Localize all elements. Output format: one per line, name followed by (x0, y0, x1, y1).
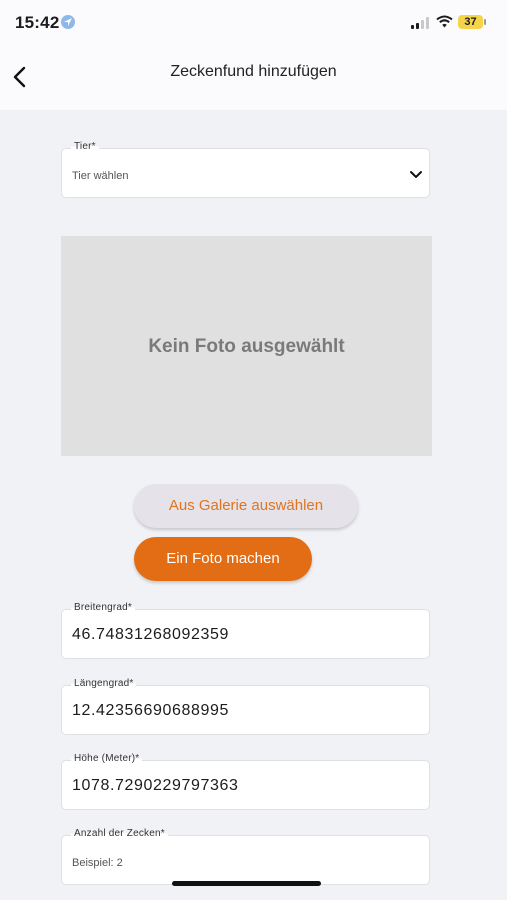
status-bar: 15:42 37 (0, 0, 507, 46)
altitude-field[interactable]: Höhe (Meter)* 1078.7290229797363 (61, 753, 430, 810)
animal-select-placeholder: Tier wählen (72, 170, 129, 182)
altitude-value: 1078.7290229797363 (72, 777, 239, 794)
latitude-value: 46.74831268092359 (72, 626, 230, 643)
tick-count-field[interactable]: Anzahl der Zecken* Beispiel: 2 (61, 828, 430, 885)
battery-level: 37 (464, 16, 477, 28)
photo-preview: Kein Foto ausgewählt (61, 236, 432, 456)
home-indicator (172, 881, 321, 886)
tick-count-placeholder: Beispiel: 2 (72, 857, 123, 869)
longitude-value: 12.42356690688995 (72, 702, 230, 719)
status-time: 15:42 (15, 13, 60, 32)
latitude-label: Breitengrad* (71, 602, 135, 613)
photo-empty-text: Kein Foto ausgewählt (148, 336, 345, 357)
tick-count-label: Anzahl der Zecken* (71, 828, 168, 839)
longitude-label: Längengrad* (71, 678, 137, 689)
wifi-icon (436, 15, 453, 33)
chevron-down-icon (409, 167, 423, 185)
altitude-label: Höhe (Meter)* (71, 753, 143, 764)
choose-from-gallery-button[interactable]: Aus Galerie auswählen (134, 484, 358, 528)
battery-icon: 37 (458, 15, 486, 29)
latitude-field[interactable]: Breitengrad* 46.74831268092359 (61, 602, 430, 659)
animal-select-label: Tier* (71, 141, 99, 152)
take-photo-button[interactable]: Ein Foto machen (134, 537, 312, 581)
longitude-field[interactable]: Längengrad* 12.42356690688995 (61, 678, 430, 735)
cellular-signal-icon (411, 17, 429, 29)
nav-bar: Zeckenfund hinzufügen (0, 46, 507, 110)
page-title: Zeckenfund hinzufügen (170, 63, 337, 80)
location-icon (61, 15, 75, 29)
animal-select[interactable]: Tier* Tier wählen (61, 141, 430, 198)
